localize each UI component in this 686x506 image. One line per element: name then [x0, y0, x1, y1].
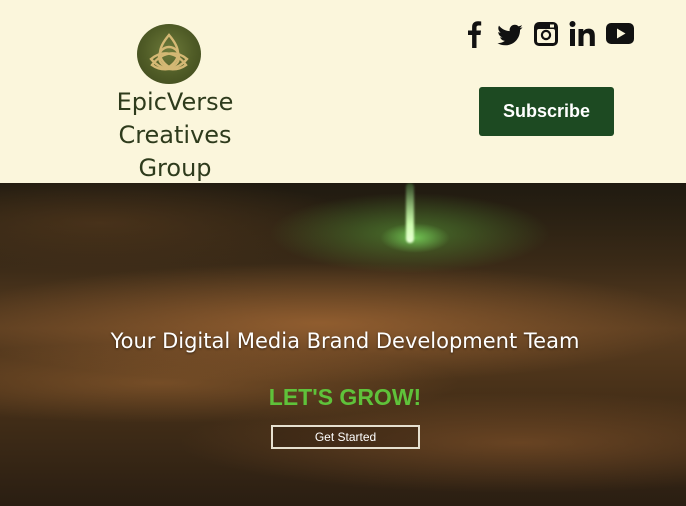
brand-name[interactable]: EpicVerse Creatives Group — [95, 86, 255, 185]
logo[interactable] — [137, 24, 201, 84]
brand-line: Group — [138, 154, 212, 182]
hero-banner: Your Digital Media Brand Development Tea… — [0, 183, 686, 506]
site-header: EpicVerse Creatives Group Subscribe — [0, 0, 686, 183]
brand-line: EpicVerse — [116, 88, 234, 116]
meteor-glow — [380, 223, 450, 253]
instagram-icon[interactable] — [532, 18, 560, 50]
brand-line: Creatives — [118, 121, 232, 149]
youtube-icon[interactable] — [605, 18, 635, 50]
hero-headline: LET'S GROW! — [268, 384, 422, 410]
get-started-button[interactable]: Get Started — [271, 425, 420, 449]
trinity-knot-icon — [149, 33, 189, 71]
linkedin-icon[interactable] — [569, 18, 599, 50]
subscribe-button[interactable]: Subscribe — [479, 87, 614, 136]
facebook-icon[interactable] — [465, 18, 483, 50]
meteor-streak — [406, 183, 414, 243]
hero-tagline: Your Digital Media Brand Development Tea… — [110, 329, 580, 353]
twitter-icon[interactable] — [496, 18, 524, 50]
